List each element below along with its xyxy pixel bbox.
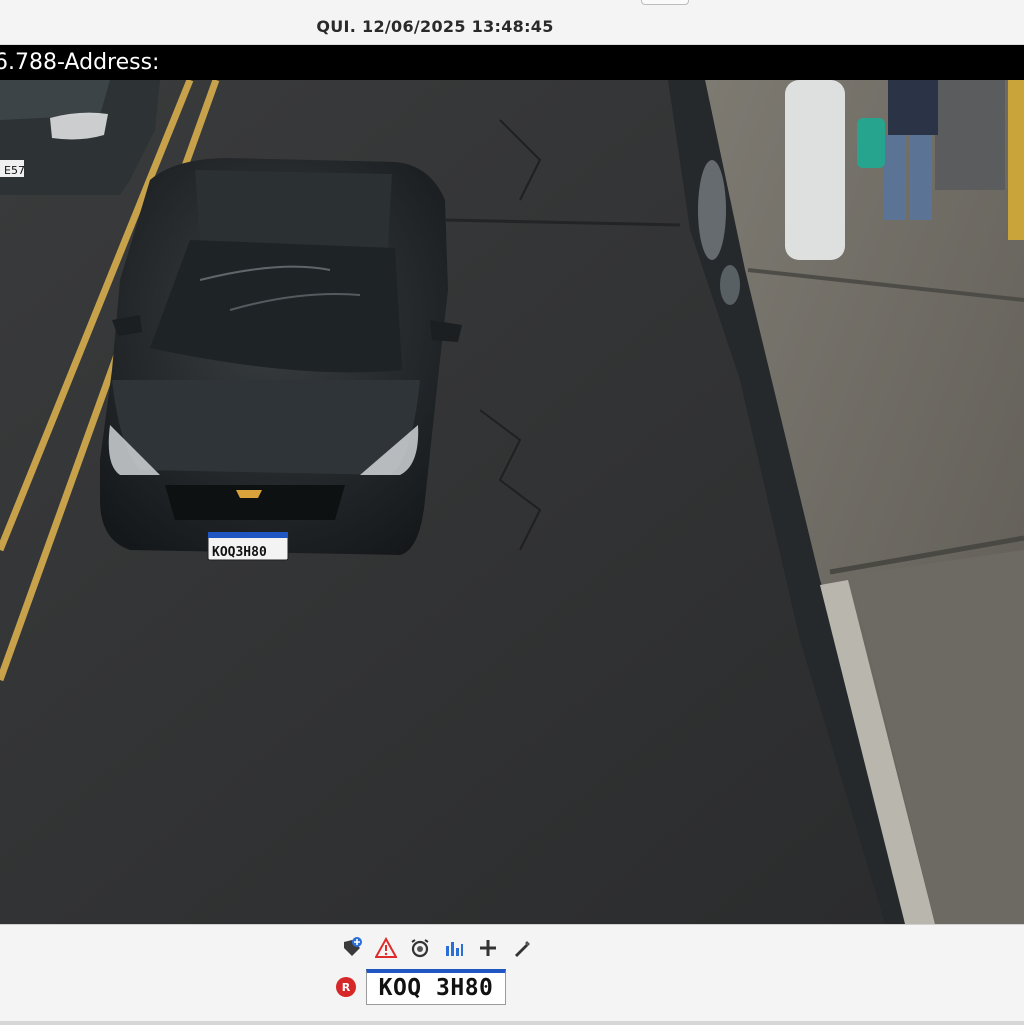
utility-pole: [785, 80, 845, 260]
bottom-panel: R KOQ 3H80: [0, 924, 1024, 1025]
plus-icon: [480, 940, 496, 956]
bottom-edge: [0, 1021, 1024, 1025]
parked-car-plate: E57: [4, 164, 25, 177]
window-tab-handle[interactable]: [641, 0, 689, 5]
storefront-bench: [935, 80, 1005, 190]
pencil-icon: [515, 941, 530, 957]
camera-scene: E57 KOQ3H80: [0, 80, 1024, 924]
camera-frame[interactable]: E57 KOQ3H80: [0, 80, 1024, 924]
recognition-badge: R: [336, 977, 356, 997]
edit-button[interactable]: [510, 936, 534, 960]
main-car: KOQ3H80: [100, 158, 462, 561]
camera-overlay-bar: 6.788-Address:: [0, 45, 1024, 80]
top-bar: QUI. 12/06/2025 13:48:45: [0, 0, 1024, 45]
toolbar: [340, 936, 534, 962]
plate-reader-row: R KOQ 3H80: [336, 969, 506, 1005]
camera-overlay-text: 6.788-Address:: [0, 50, 160, 75]
alarm-icon: [411, 939, 429, 958]
puddle: [720, 265, 740, 305]
warning-button[interactable]: [374, 936, 398, 960]
add-tag-icon: [344, 937, 362, 956]
alarm-button[interactable]: [408, 936, 432, 960]
timestamp-label: QUI. 12/06/2025 13:48:45: [316, 17, 554, 36]
plate-value-field[interactable]: KOQ 3H80: [366, 969, 506, 1005]
warning-icon: [375, 937, 397, 958]
add-button[interactable]: [476, 936, 500, 960]
storefront-edge: [1008, 80, 1024, 240]
statistics-button[interactable]: [442, 936, 466, 960]
bar-chart-icon: [446, 942, 463, 956]
main-car-plate: KOQ3H80: [212, 545, 267, 560]
add-tag-button[interactable]: [340, 936, 364, 960]
puddle: [698, 160, 726, 260]
